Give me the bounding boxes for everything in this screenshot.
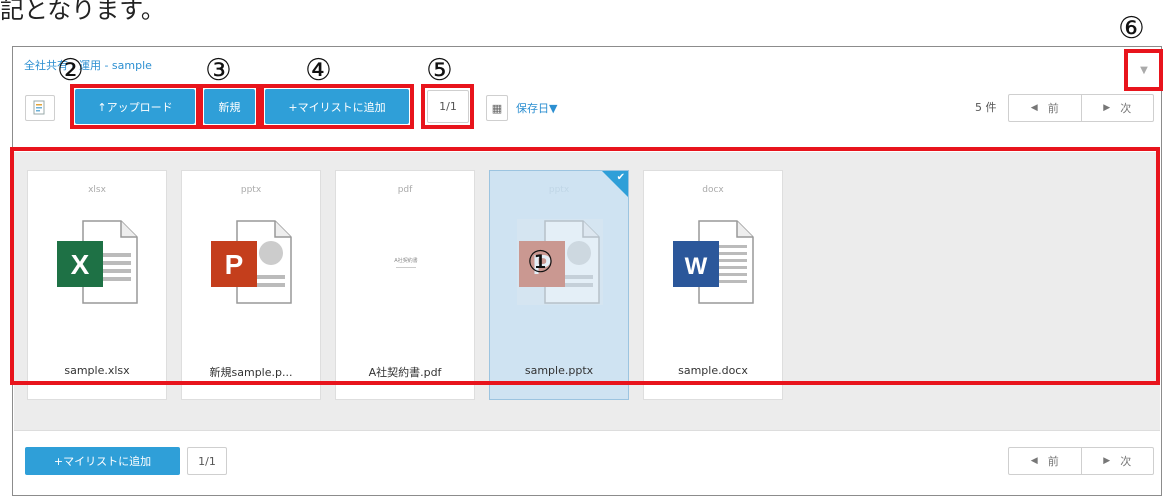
footer-divider: [14, 430, 1160, 431]
file-count: 5 件: [975, 101, 997, 114]
triangle-left-icon: ◀: [1030, 103, 1038, 113]
grid-view-icon: ▦: [491, 101, 503, 115]
highlight-new: [199, 84, 260, 129]
highlight-page-indicator: [421, 84, 474, 129]
intro-text: 記となります。: [0, 0, 165, 24]
sort-by-date-dropdown[interactable]: 保存日▼: [516, 100, 557, 116]
prev-page-button[interactable]: ◀ 前: [1009, 95, 1081, 121]
bottom-pager: ◀ 前 ▶ 次: [1008, 447, 1154, 475]
highlight-file-grid: [10, 147, 1160, 385]
highlight-add-mylist: [260, 84, 414, 129]
top-pager: ◀ 前 ▶ 次: [1008, 94, 1154, 122]
breadcrumb[interactable]: 全社共有 - 運用 - sample: [24, 57, 152, 73]
footer-add-to-mylist-button[interactable]: +マイリストに追加: [25, 447, 180, 475]
triangle-right-icon: ▶: [1103, 103, 1111, 113]
prev-page-button[interactable]: ◀ 前: [1009, 448, 1081, 474]
triangle-left-icon: ◀: [1030, 456, 1038, 466]
marker-1: ①: [527, 245, 554, 280]
next-page-button[interactable]: ▶ 次: [1080, 95, 1154, 121]
marker-4: ④: [305, 53, 332, 88]
marker-2: ②: [57, 53, 84, 88]
marker-3: ③: [205, 53, 232, 88]
footer-bar: [14, 430, 1160, 485]
highlight-collapse-toggle: [1124, 49, 1163, 91]
footer-page-indicator[interactable]: 1/1: [187, 447, 227, 475]
grid-view-button[interactable]: ▦: [486, 95, 508, 121]
marker-5: ⑤: [426, 53, 453, 88]
document-icon: [33, 100, 45, 115]
next-page-button[interactable]: ▶ 次: [1080, 448, 1154, 474]
triangle-right-icon: ▶: [1103, 456, 1111, 466]
marker-6: ⑥: [1118, 11, 1145, 46]
select-mode-button[interactable]: [25, 95, 55, 121]
highlight-upload: [70, 84, 200, 129]
